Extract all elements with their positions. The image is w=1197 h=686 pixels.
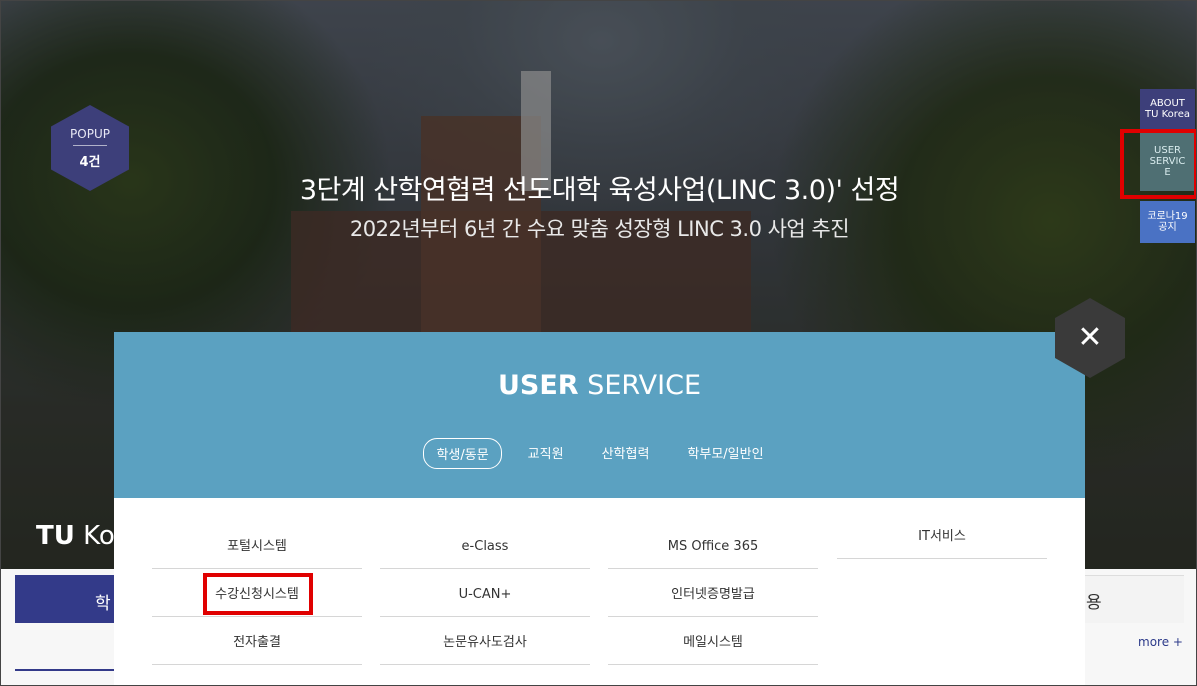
popup-label: POPUP bbox=[70, 127, 110, 141]
tu-korea-heading: TU Ko bbox=[36, 521, 115, 551]
modal-title-rest: SERVICE bbox=[578, 370, 702, 401]
content-underline bbox=[15, 669, 115, 671]
tab-parents-public[interactable]: 학부모/일반인 bbox=[675, 438, 775, 469]
popup-divider bbox=[73, 145, 107, 146]
about-line-2: TU Korea bbox=[1145, 109, 1190, 120]
service-ucan[interactable]: U-CAN+ bbox=[380, 573, 590, 617]
service-portal[interactable]: 포털시스템 bbox=[152, 525, 362, 569]
user-service-modal: USER SERVICE 학생/동문 교직원 산학협력 학부모/일반인 포털시스… bbox=[114, 332, 1085, 685]
tu-heading-rest: Ko bbox=[74, 521, 115, 551]
covid-notice-button[interactable]: 코로나19 공지 bbox=[1140, 201, 1195, 243]
left-content-tab[interactable]: 학 bbox=[15, 575, 115, 623]
modal-tabs: 학생/동문 교직원 산학협력 학부모/일반인 bbox=[114, 438, 1085, 469]
tab-industry-cooperation[interactable]: 산학협력 bbox=[590, 438, 662, 469]
browser-viewport: 3단계 산학연협력 선도대학 육성사업(LINC 3.0)' 선정 2022년부… bbox=[0, 0, 1197, 686]
popup-count: 4건 bbox=[79, 155, 101, 170]
service-certificate[interactable]: 인터넷증명발급 bbox=[608, 573, 818, 617]
service-mail[interactable]: 메일시스템 bbox=[608, 621, 818, 665]
about-line-1: ABOUT bbox=[1150, 98, 1185, 109]
covid-line-2: 공지 bbox=[1158, 222, 1177, 233]
tab-student-alumni[interactable]: 학생/동문 bbox=[423, 438, 502, 469]
service-plagiarism-check[interactable]: 논문유사도검사 bbox=[380, 621, 590, 665]
tu-heading-bold: TU bbox=[36, 521, 75, 551]
service-e-attendance[interactable]: 전자출결 bbox=[152, 621, 362, 665]
more-link[interactable]: more + bbox=[1138, 635, 1183, 649]
service-it[interactable]: IT서비스 bbox=[837, 515, 1047, 559]
modal-title-bold: USER bbox=[497, 370, 579, 401]
modal-title: USER SERVICE bbox=[114, 370, 1085, 401]
modal-header: USER SERVICE 학생/동문 교직원 산학협력 학부모/일반인 bbox=[114, 332, 1085, 498]
tab-faculty-staff[interactable]: 교직원 bbox=[516, 438, 576, 469]
about-tu-korea-button[interactable]: ABOUT TU Korea bbox=[1140, 89, 1195, 129]
service-ms-office[interactable]: MS Office 365 bbox=[608, 525, 818, 569]
hero-title: 3단계 산학연협력 선도대학 육성사업(LINC 3.0)' 선정 bbox=[299, 175, 900, 206]
user-service-highlight bbox=[1120, 129, 1196, 199]
covid-line-1: 코로나19 bbox=[1147, 211, 1188, 222]
course-registration-highlight bbox=[203, 573, 313, 615]
service-eclass[interactable]: e-Class bbox=[380, 525, 590, 569]
hero-subtitle: 2022년부터 6년 간 수요 맞춤 성장형 LINC 3.0 사업 추진 bbox=[349, 217, 850, 241]
right-content-tab[interactable]: 용 bbox=[1084, 575, 1184, 623]
